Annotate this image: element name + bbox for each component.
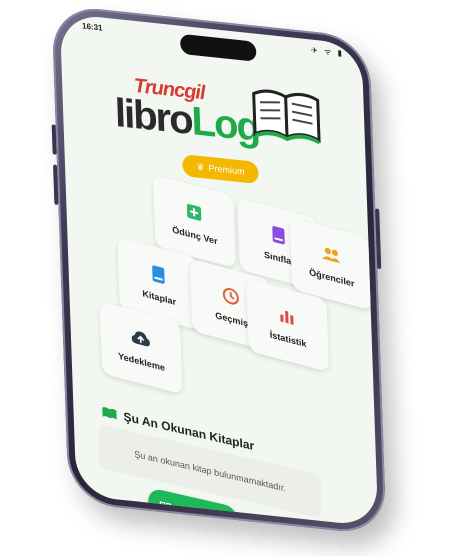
users-icon [321,242,342,267]
menu-card-label: İstatistik [269,329,307,350]
history-icon [220,284,241,309]
menu-card-label: Ödünç Ver [172,224,218,247]
menu-card-label: Geçmiş [215,310,249,329]
menu-card-label: Yedekleme [117,350,166,374]
plus-square-icon [184,200,205,225]
qr-scan-icon [159,501,172,514]
cloud-upload-icon [130,326,151,351]
app-screen: 16:31 ✈ ᯤ ▮ Truncgil libroLog ♛ Premium … [59,13,379,527]
open-book-icon [102,407,117,420]
book-icon [268,223,289,248]
menu-card-label: Kitaplar [142,288,177,308]
barcode-button-label: Barkod Okut [177,505,228,527]
stage: 16:31 ✈ ᯤ ▮ Truncgil libroLog ♛ Premium … [0,0,449,556]
menu-card-label: Öğrenciler [308,266,355,289]
bar-chart-icon [277,304,298,329]
phone-frame: 16:31 ✈ ᯤ ▮ Truncgil libroLog ♛ Premium … [51,4,387,536]
book-icon [148,262,169,287]
